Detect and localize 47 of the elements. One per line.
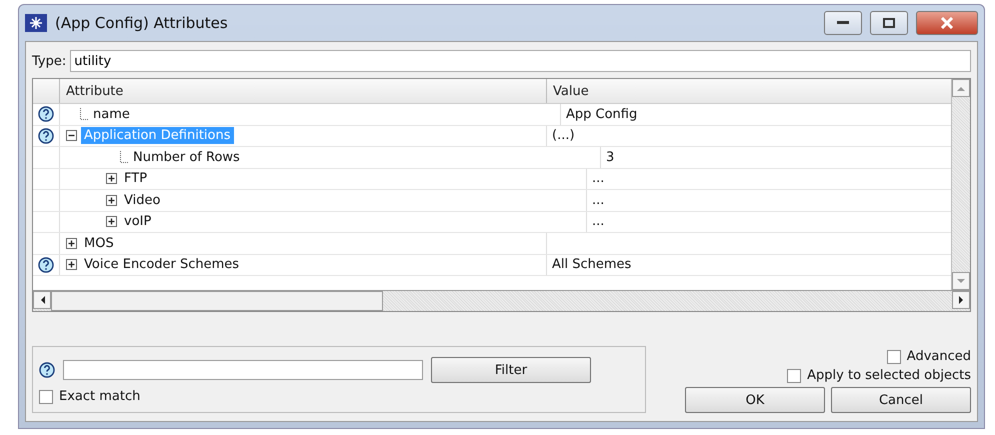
- left-arrow-icon[interactable]: [40, 296, 44, 304]
- close-icon: [940, 17, 954, 29]
- horizontal-scrollbar[interactable]: [33, 290, 970, 311]
- maximize-icon: [883, 18, 895, 28]
- attribute-name[interactable]: Video: [121, 192, 164, 209]
- cancel-button[interactable]: Cancel: [831, 387, 971, 413]
- attribute-value[interactable]: ...: [592, 171, 604, 186]
- type-field[interactable]: utility: [70, 50, 971, 72]
- attribute-name[interactable]: name: [90, 106, 133, 123]
- ok-button[interactable]: OK: [685, 387, 825, 413]
- advanced-checkbox[interactable]: Advanced: [886, 349, 971, 364]
- attribute-value[interactable]: ...: [592, 192, 604, 208]
- apply-selected-checkbox[interactable]: Apply to selected objects: [787, 368, 971, 383]
- up-arrow-icon[interactable]: [957, 86, 965, 90]
- vertical-scrollbar[interactable]: [951, 79, 970, 290]
- attribute-name[interactable]: FTP: [121, 170, 150, 188]
- attribute-value[interactable]: All Schemes: [552, 257, 632, 272]
- expand-icon[interactable]: [106, 194, 117, 206]
- tree-line-icon: [120, 151, 128, 164]
- app-icon: [25, 14, 47, 32]
- type-label: Type:: [32, 54, 66, 68]
- attribute-name[interactable]: Number of Rows: [130, 148, 243, 166]
- attribute-value[interactable]: (...): [552, 128, 575, 144]
- tree-line-icon: [80, 108, 88, 120]
- collapse-icon[interactable]: [66, 130, 77, 142]
- close-button[interactable]: [916, 11, 978, 35]
- attribute-value[interactable]: 3: [606, 150, 614, 165]
- minimize-icon: [837, 21, 849, 25]
- window-title: (App Config) Attributes: [55, 14, 229, 32]
- exact-match-checkbox[interactable]: Exact match: [39, 389, 639, 404]
- filter-field[interactable]: [63, 360, 423, 380]
- down-arrow-icon[interactable]: [957, 278, 965, 284]
- column-header[interactable]: Attribute: [59, 79, 546, 103]
- attribute-name[interactable]: MOS: [81, 234, 117, 252]
- attribute-name[interactable]: Voice Encoder Schemes: [81, 256, 242, 274]
- expand-icon[interactable]: [106, 173, 117, 184]
- minimize-button[interactable]: [824, 11, 862, 35]
- expand-icon[interactable]: [106, 216, 117, 228]
- attribute-name[interactable]: voIP: [121, 213, 154, 230]
- filter-button[interactable]: Filter: [431, 357, 591, 383]
- expand-icon[interactable]: [66, 238, 77, 249]
- attribute-value[interactable]: ...: [592, 214, 604, 230]
- help-icon: [39, 362, 55, 378]
- right-arrow-icon[interactable]: [958, 296, 964, 304]
- expand-icon[interactable]: [66, 259, 77, 270]
- attribute-value[interactable]: App Config: [566, 106, 638, 122]
- maximize-button[interactable]: [870, 11, 908, 35]
